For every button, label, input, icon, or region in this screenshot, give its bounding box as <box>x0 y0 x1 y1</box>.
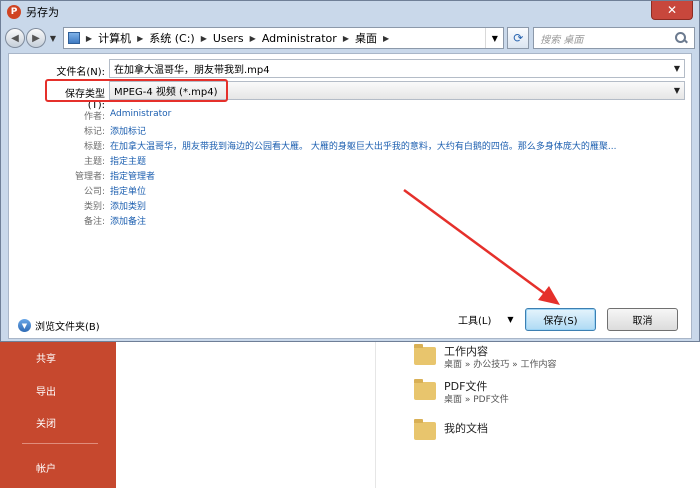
annotation-arrow-line <box>403 188 549 298</box>
annotation-arrow <box>403 188 560 305</box>
annotation-arrow-head <box>538 286 560 305</box>
